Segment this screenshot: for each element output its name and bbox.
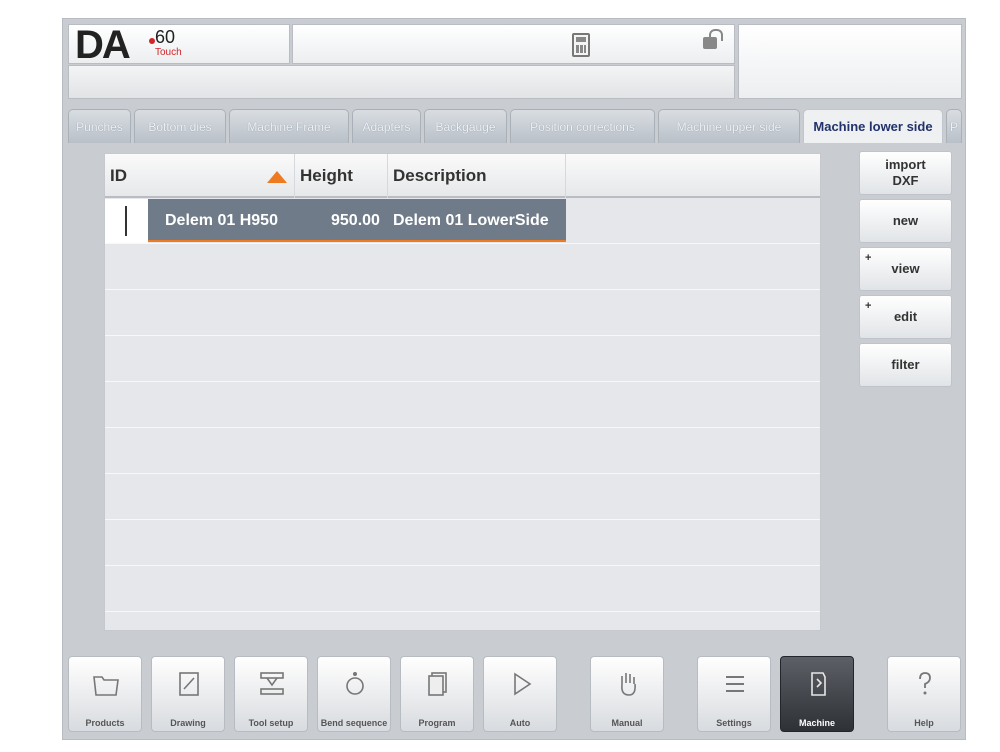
- help-icon: [919, 672, 931, 695]
- play-icon: [514, 672, 532, 696]
- nav-label: Tool setup: [248, 718, 294, 728]
- plus-marker: +: [865, 252, 872, 264]
- program-icon: [428, 672, 447, 696]
- tab-more[interactable]: P: [946, 109, 962, 143]
- title-bar: [292, 24, 735, 64]
- tool-table: ID Height Description Delem 01 H950 950.…: [104, 153, 821, 631]
- folder-icon: [93, 676, 119, 696]
- nav-program-button[interactable]: Program: [400, 656, 474, 732]
- nav-label: Manual: [611, 718, 643, 728]
- tab-machine-frame[interactable]: Machine Frame: [229, 109, 349, 143]
- cell-height: 950.00: [331, 212, 380, 229]
- calculator-icon[interactable]: [572, 33, 590, 57]
- nav-drawing-button[interactable]: Drawing: [151, 656, 225, 732]
- status-bar: [68, 65, 735, 99]
- tab-position-corrections[interactable]: Position corrections: [510, 109, 655, 143]
- unlock-icon[interactable]: [703, 29, 723, 49]
- nav-products-button[interactable]: Products: [68, 656, 142, 732]
- view-button[interactable]: + view: [859, 247, 952, 291]
- table-row-empty[interactable]: [105, 291, 820, 336]
- settings-icon: [726, 676, 744, 692]
- app-window: DA 60 Touch Punches Bottom dies Machine …: [62, 18, 966, 740]
- col-height[interactable]: Height: [295, 154, 388, 198]
- nav-label: Bend sequence: [320, 718, 388, 728]
- table-row-empty[interactable]: [105, 337, 820, 382]
- new-button[interactable]: new: [859, 199, 952, 243]
- bend-sequence-icon: [346, 672, 364, 695]
- nav-label: Machine: [798, 718, 835, 728]
- col-description[interactable]: Description: [388, 154, 566, 198]
- table-header: ID Height Description: [105, 154, 820, 198]
- text-cursor: [125, 206, 127, 236]
- table-row-empty[interactable]: [105, 521, 820, 566]
- nav-label: Help: [914, 718, 934, 728]
- tab-machine-lower-side[interactable]: Machine lower side: [803, 109, 943, 145]
- machine-icon: [811, 672, 826, 696]
- table-row[interactable]: Delem 01 H950 950.00 Delem 01 LowerSide: [105, 199, 820, 244]
- table-row-empty[interactable]: [105, 475, 820, 520]
- nav-label: Products: [85, 718, 125, 728]
- bottom-navigation: Products Drawing Tool setup Bend sequenc…: [63, 651, 965, 739]
- logo-brand: DA: [75, 23, 131, 67]
- tab-punches[interactable]: Punches: [68, 109, 131, 143]
- tab-bottom-dies[interactable]: Bottom dies: [134, 109, 226, 143]
- sort-ascending-icon[interactable]: [267, 171, 287, 183]
- nav-bend-sequence-button[interactable]: Bend sequence: [317, 656, 391, 732]
- nav-manual-button[interactable]: Manual: [590, 656, 664, 732]
- table-row-empty[interactable]: [105, 567, 820, 612]
- edit-button-label: edit: [893, 309, 918, 324]
- import-dxf-button[interactable]: import DXF: [859, 151, 952, 195]
- tab-machine-upper-side[interactable]: Machine upper side: [658, 109, 800, 143]
- cell-id: Delem 01 H950: [165, 212, 278, 229]
- table-row-empty[interactable]: [105, 383, 820, 428]
- logo-model: 60: [155, 27, 176, 47]
- table-row-empty[interactable]: [105, 245, 820, 290]
- nav-tool-setup-button[interactable]: Tool setup: [234, 656, 308, 732]
- plus-marker: +: [865, 300, 872, 312]
- tool-library-panel: ID Height Description Delem 01 H950 950.…: [68, 143, 962, 649]
- tool-setup-icon: [260, 672, 284, 695]
- table-row-empty[interactable]: [105, 429, 820, 474]
- nav-label: Program: [418, 718, 456, 728]
- nav-label: Auto: [509, 718, 531, 728]
- nav-label: Settings: [716, 718, 752, 728]
- nav-label: Drawing: [170, 718, 206, 728]
- nav-settings-button[interactable]: Settings: [697, 656, 771, 732]
- cell-description: Delem 01 LowerSide: [393, 212, 549, 229]
- filter-button[interactable]: filter: [859, 343, 952, 387]
- edit-button[interactable]: + edit: [859, 295, 952, 339]
- drawing-icon: [179, 672, 199, 696]
- tab-adapters[interactable]: Adapters: [352, 109, 421, 143]
- logo-edition: Touch: [155, 47, 182, 58]
- nav-auto-button[interactable]: Auto: [483, 656, 557, 732]
- tab-bar: Punches Bottom dies Machine Frame Adapte…: [68, 109, 962, 145]
- row-cursor-cell: [105, 199, 148, 243]
- tab-backgauge[interactable]: Backgauge: [424, 109, 507, 143]
- view-button-label: view: [891, 261, 920, 276]
- nav-help-button[interactable]: Help: [887, 656, 961, 732]
- hand-icon: [621, 673, 636, 696]
- logo: DA 60 Touch: [68, 23, 290, 67]
- nav-machine-button[interactable]: Machine: [780, 656, 854, 732]
- info-panel: [738, 24, 962, 99]
